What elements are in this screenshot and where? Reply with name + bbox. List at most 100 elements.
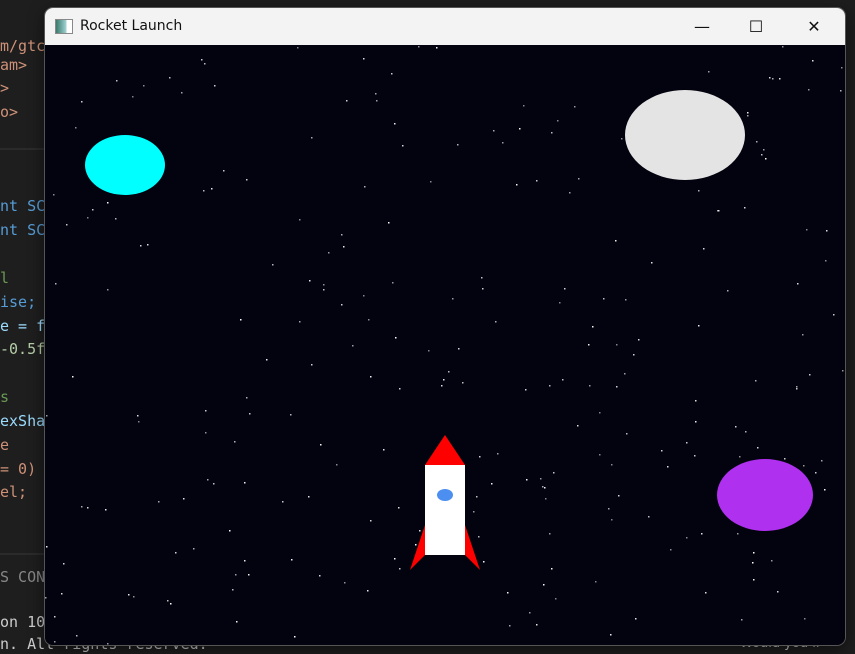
star	[246, 179, 248, 181]
star	[574, 106, 576, 108]
rocket-body	[425, 465, 465, 555]
star	[282, 501, 284, 503]
star	[244, 560, 246, 562]
code-line: ise;	[0, 293, 37, 311]
code-line: -0.5f	[0, 340, 46, 358]
star	[443, 379, 445, 381]
star	[207, 479, 209, 481]
star	[651, 262, 653, 264]
star	[611, 519, 613, 521]
star	[452, 298, 454, 300]
star	[132, 96, 134, 98]
star	[235, 574, 237, 576]
star	[482, 288, 484, 290]
star	[116, 80, 118, 82]
star	[367, 590, 369, 592]
star	[402, 145, 404, 147]
star	[481, 277, 483, 279]
rocket-launch-window[interactable]: Rocket Launch — ☐ ✕	[45, 8, 845, 645]
star	[234, 441, 236, 443]
star	[718, 210, 720, 212]
maximize-button[interactable]: ☐	[733, 8, 779, 45]
star	[328, 252, 330, 254]
star	[211, 188, 213, 190]
star	[815, 472, 817, 474]
star	[616, 386, 618, 388]
star	[272, 264, 274, 266]
star	[562, 379, 564, 381]
star	[621, 138, 623, 140]
star	[809, 374, 811, 376]
star	[128, 594, 130, 596]
title-bar[interactable]: Rocket Launch — ☐ ✕	[45, 8, 845, 45]
star	[479, 456, 481, 458]
star	[578, 178, 580, 180]
minimize-button[interactable]: —	[679, 8, 725, 45]
star	[569, 192, 571, 194]
star	[523, 105, 525, 107]
star	[398, 507, 400, 509]
star	[497, 453, 499, 455]
star	[299, 219, 301, 221]
code-line: am>	[0, 56, 28, 74]
close-button[interactable]: ✕	[791, 8, 837, 45]
star	[784, 458, 786, 460]
code-line: el;	[0, 483, 28, 501]
star	[509, 625, 511, 627]
star	[549, 533, 551, 535]
code-line: o>	[0, 103, 19, 121]
star	[399, 388, 401, 390]
star	[840, 90, 842, 92]
star	[804, 618, 806, 620]
star	[695, 421, 697, 423]
star	[842, 370, 844, 372]
star	[744, 207, 746, 209]
star	[821, 460, 823, 462]
star	[686, 442, 688, 444]
star	[299, 321, 301, 323]
star	[87, 217, 89, 219]
star	[248, 574, 250, 576]
star	[796, 388, 798, 390]
star	[107, 643, 109, 645]
star	[249, 413, 251, 415]
star	[205, 432, 207, 434]
star	[610, 634, 612, 636]
star	[698, 190, 700, 192]
star	[698, 325, 700, 327]
star	[555, 598, 557, 600]
star	[741, 619, 743, 621]
star	[370, 376, 372, 378]
gray-planet	[625, 90, 745, 180]
star	[753, 552, 755, 554]
star	[323, 289, 325, 291]
star	[756, 141, 758, 143]
star	[87, 507, 89, 509]
star	[557, 120, 559, 122]
game-canvas[interactable]	[45, 45, 845, 645]
star	[559, 302, 561, 304]
star	[753, 579, 755, 581]
star	[589, 385, 591, 387]
star	[526, 479, 528, 481]
star	[376, 100, 378, 102]
star	[769, 77, 771, 79]
code-line: >	[0, 79, 10, 97]
star	[608, 508, 610, 510]
star	[436, 47, 438, 49]
star	[755, 380, 757, 382]
star	[599, 454, 601, 456]
star	[193, 548, 195, 550]
star	[735, 426, 737, 428]
star	[107, 202, 109, 204]
star	[76, 635, 78, 637]
star	[368, 319, 370, 321]
star	[309, 280, 311, 282]
star	[670, 549, 672, 551]
star	[323, 284, 325, 286]
star	[536, 624, 538, 626]
star	[618, 495, 620, 497]
rocket-window	[437, 489, 453, 501]
star	[290, 414, 292, 416]
star	[54, 616, 56, 618]
